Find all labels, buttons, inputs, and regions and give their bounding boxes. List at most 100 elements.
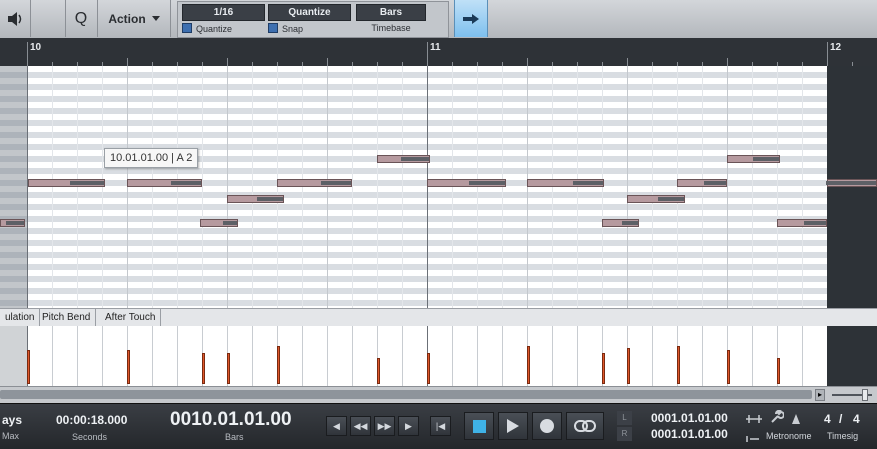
- midi-note[interactable]: [627, 195, 685, 203]
- key-stripe: [0, 84, 877, 90]
- midi-note[interactable]: [602, 219, 639, 227]
- velocity-bar[interactable]: [727, 350, 730, 384]
- key-stripe: [0, 72, 877, 78]
- timeline-ruler[interactable]: 10 11 12: [0, 38, 877, 67]
- snap-checkbox[interactable]: [268, 23, 278, 33]
- timebase-value[interactable]: Bars: [356, 4, 426, 21]
- midi-note[interactable]: [826, 179, 877, 187]
- play-button[interactable]: [498, 412, 528, 440]
- action-menu-button[interactable]: Action: [98, 0, 171, 37]
- loop-right-marker[interactable]: R: [617, 427, 632, 441]
- midi-note[interactable]: [28, 179, 105, 187]
- stop-icon: [472, 419, 486, 433]
- midi-note[interactable]: [527, 179, 604, 187]
- arrow-right-icon: [463, 13, 479, 24]
- scroll-thumb[interactable]: [0, 390, 812, 399]
- midi-note[interactable]: [0, 219, 25, 227]
- quantize-value[interactable]: 1/16: [182, 4, 265, 21]
- note-velocity-indicator: [469, 181, 505, 185]
- velocity-lane[interactable]: [0, 326, 877, 386]
- tab-after-touch[interactable]: After Touch: [100, 309, 162, 326]
- snap-group: Quantize Snap: [268, 4, 351, 34]
- snap-value[interactable]: Quantize: [268, 4, 351, 21]
- grid-line: [752, 66, 753, 308]
- grid-line: [127, 66, 128, 308]
- rewind-button[interactable]: ◀◀: [350, 416, 371, 436]
- quantize-toggle-button[interactable]: Q: [65, 0, 98, 37]
- grid-line: [552, 66, 553, 308]
- action-label: Action: [108, 11, 146, 26]
- record-button[interactable]: [532, 412, 562, 440]
- key-stripe: [0, 252, 877, 258]
- tab-modulation[interactable]: ulation: [0, 309, 41, 326]
- note-velocity-indicator: [171, 181, 201, 185]
- midi-note[interactable]: [377, 155, 430, 163]
- speaker-button[interactable]: [0, 0, 31, 37]
- quantize-checkbox[interactable]: [182, 23, 192, 33]
- grid-line: [77, 66, 78, 308]
- grid-line: [702, 66, 703, 308]
- left-marker-icon: ◀: [333, 420, 340, 431]
- velocity-bar[interactable]: [227, 353, 230, 384]
- zoom-slider-handle[interactable]: [862, 389, 868, 401]
- follow-button[interactable]: [454, 0, 488, 37]
- next-marker-button[interactable]: ▶: [398, 416, 419, 436]
- return-to-zero-button[interactable]: |◀: [430, 416, 451, 436]
- metronome-toggle[interactable]: [746, 412, 762, 424]
- midi-note[interactable]: [427, 179, 506, 187]
- velocity-bar[interactable]: [627, 348, 630, 384]
- velocity-bar[interactable]: [777, 358, 780, 384]
- timesig-denominator[interactable]: 4: [853, 412, 860, 426]
- midi-note[interactable]: [677, 179, 727, 187]
- loop-button[interactable]: [566, 412, 604, 440]
- note-velocity-indicator: [321, 181, 351, 185]
- note-tooltip: 10.01.01.00 | A 2: [104, 148, 199, 168]
- note-velocity-indicator: [704, 181, 726, 185]
- stop-button[interactable]: [464, 412, 494, 440]
- loop-start-display: 0001.01.01.00: [651, 411, 728, 425]
- midi-note[interactable]: [200, 219, 238, 227]
- click-toggle[interactable]: [746, 431, 762, 442]
- midi-note[interactable]: [777, 219, 827, 227]
- quantize-label: Quantize: [196, 24, 233, 34]
- rewind-icon: ◀◀: [353, 420, 368, 431]
- velocity-bar[interactable]: [427, 353, 430, 384]
- midi-note[interactable]: [127, 179, 202, 187]
- velocity-bar[interactable]: [377, 358, 380, 384]
- velocity-bar[interactable]: [27, 350, 30, 384]
- grid-line: [602, 66, 603, 308]
- velocity-bar[interactable]: [277, 346, 280, 384]
- metronome-settings-button[interactable]: [770, 409, 786, 426]
- grid-line: [802, 66, 803, 308]
- snap-label: Snap: [282, 24, 304, 34]
- midi-note[interactable]: [727, 155, 780, 163]
- horizontal-scrollbar[interactable]: ▸: [0, 386, 877, 403]
- velocity-bar[interactable]: [202, 353, 205, 384]
- tab-pitch-bend[interactable]: Pitch Bend: [37, 309, 97, 326]
- midi-note[interactable]: [277, 179, 352, 187]
- ruler-bar-tick: [27, 42, 28, 66]
- scroll-right-button[interactable]: ▸: [815, 389, 825, 401]
- piano-roll-grid[interactable]: [0, 66, 877, 308]
- key-stripe: [0, 96, 877, 102]
- grid-line: [177, 66, 178, 308]
- prev-marker-button[interactable]: ◀: [326, 416, 347, 436]
- velocity-bar[interactable]: [127, 350, 130, 384]
- timesig-numerator[interactable]: 4: [824, 412, 831, 426]
- transport-bar: ays Max 00:00:18.000 Seconds 0010.01.01.…: [0, 403, 877, 449]
- fast-forward-button[interactable]: ▶▶: [374, 416, 395, 436]
- lane-grid-line: [452, 326, 453, 386]
- lane-grid-line: [302, 326, 303, 386]
- loop-left-marker[interactable]: L: [617, 411, 632, 425]
- lane-grid-line: [702, 326, 703, 386]
- midi-note[interactable]: [227, 195, 284, 203]
- precount-toggle[interactable]: [790, 412, 804, 424]
- velocity-bar[interactable]: [602, 353, 605, 384]
- quantize-group: 1/16 Quantize: [182, 4, 265, 34]
- key-stripe: [0, 168, 877, 174]
- velocity-bar[interactable]: [677, 346, 680, 384]
- velocity-bar[interactable]: [527, 346, 530, 384]
- metronome-label: Metronome: [766, 431, 812, 441]
- key-stripe: [0, 192, 877, 198]
- ruler-tick: [227, 58, 228, 66]
